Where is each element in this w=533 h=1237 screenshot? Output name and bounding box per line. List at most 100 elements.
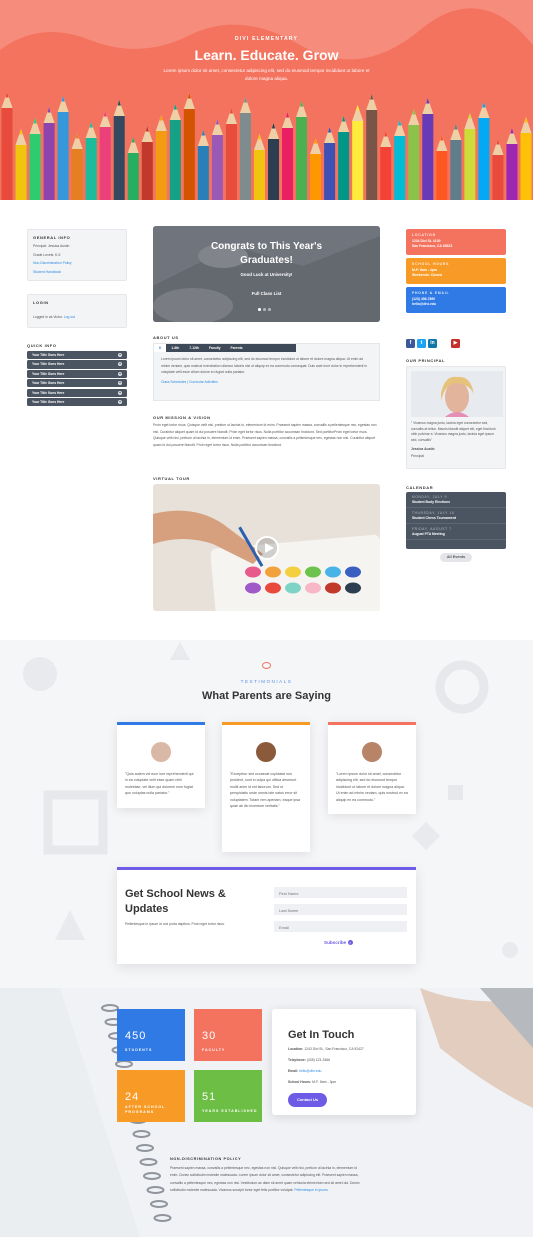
- virtual-tour-video[interactable]: [153, 484, 380, 611]
- email-input[interactable]: Email: [274, 921, 407, 932]
- event-date: MONDAY, JULY 9: [412, 495, 448, 499]
- principal-card: " Vivamus magna justo, lacinia eget cons…: [406, 366, 506, 469]
- contact-title: Get In Touch: [288, 1029, 355, 1041]
- play-icon[interactable]: [255, 536, 279, 560]
- slider-title: Congrats to This Year's Graduates!: [210, 241, 323, 266]
- quick-info-item-label: Your Title Goes Here: [32, 371, 65, 376]
- contact-email: Email: hello@divi.edu: [288, 1069, 322, 1073]
- principal-photo: [411, 371, 503, 417]
- all-events-button[interactable]: All Events: [440, 553, 472, 562]
- testimonial-text: "Lorem ipsum dolor sit amet, consectetur…: [336, 772, 408, 802]
- event-title: August PTA Meeting: [412, 532, 445, 536]
- last-name-input[interactable]: Last Name: [274, 904, 407, 915]
- principal-heading: OUR PRINCIPAL: [406, 358, 446, 363]
- quick-info-item[interactable]: Your Title Goes Here +: [27, 388, 127, 397]
- about-heading: ABOUT US: [153, 335, 179, 340]
- social-links: f t in ▶: [406, 331, 462, 349]
- about-links[interactable]: Class Schedules | Curricular Activities: [154, 376, 379, 386]
- quick-info-item[interactable]: Your Title Goes Here +: [27, 379, 127, 388]
- contact-hours: School Hours: M-F: 8am - 3pm: [288, 1080, 337, 1084]
- stat-label: FACULTY: [202, 1048, 226, 1052]
- linkedin-icon[interactable]: in: [428, 339, 437, 348]
- tab-parents[interactable]: Parents: [225, 344, 248, 352]
- contact-card: Get In Touch Location: 1243 Divi St., Sa…: [272, 1009, 416, 1115]
- testimonials-kicker: TESTIMONIALS: [240, 679, 293, 684]
- tab-k[interactable]: K: [154, 344, 167, 352]
- quick-info-item[interactable]: Your Title Goes Here +: [27, 397, 127, 407]
- testimonial-card: "Lorem ipsum dolor sit amet, consectetur…: [328, 722, 416, 814]
- pencils-illustration: [1, 92, 532, 200]
- stat-label: AFTER SCHOOL PROGRAMS: [125, 1105, 166, 1114]
- policy-heading: NON-DISCRIMINATION POLICY: [170, 1157, 242, 1161]
- info-card-line: Weekends: Closed: [412, 273, 443, 277]
- contact-us-button[interactable]: Contact Us: [288, 1093, 327, 1107]
- about-text: Lorem ipsum dolor sit amet, consectetur …: [161, 357, 367, 374]
- slider-button[interactable]: Full Class List: [153, 291, 380, 296]
- about-tabs: K 1-6th 7-12th Faculty Parents Lorem ipsum d…: [153, 343, 380, 401]
- about-tab-bar: K 1-6th 7-12th Faculty Parents: [154, 344, 296, 352]
- info-card-line: (123) 456-7890: [412, 297, 436, 301]
- facebook-icon[interactable]: f: [406, 339, 415, 348]
- stat-students: 450 STUDENTS: [117, 1009, 185, 1061]
- info-card-line: hello@divi.edu: [412, 302, 437, 306]
- quick-info-item-label: Your Title Goes Here: [32, 390, 65, 395]
- event-title: Student Chess Tournament: [412, 516, 457, 520]
- chat-icon: [262, 662, 271, 669]
- quick-info-item[interactable]: Your Title Goes Here +: [27, 351, 127, 360]
- info-card-label: PHONE & EMAIL: [412, 291, 450, 295]
- tab-faculty[interactable]: Faculty: [204, 344, 226, 352]
- subscribe-button[interactable]: Subscribe ›: [324, 940, 353, 945]
- stat-number: 450: [125, 1030, 147, 1042]
- mission-text: Proin eget tortor risus. Quisque velit n…: [153, 423, 377, 447]
- stat-faculty: 30 FACULTY: [194, 1009, 262, 1061]
- first-name-input[interactable]: First Name: [274, 887, 407, 898]
- plus-icon: +: [118, 370, 122, 376]
- policy-text-link[interactable]: Pellentesque in ipsum.: [294, 1188, 328, 1192]
- notebook-background: [0, 988, 533, 1237]
- event-date: THURSDAY, JULY 16: [412, 511, 455, 515]
- calendar-list: MONDAY, JULY 9 Student Body Elections THUR…: [406, 492, 506, 549]
- login-heading: LOGIN: [33, 300, 49, 305]
- info-card-school-hours: SCHOOL HOURS M-F: 8am - 4pm Weekends: Clos…: [406, 258, 506, 284]
- info-card-phone-email: PHONE & EMAIL (123) 456-7890 hello@divi.ed…: [406, 287, 506, 313]
- youtube-icon[interactable]: ▶: [451, 339, 460, 348]
- plus-icon: +: [118, 380, 122, 386]
- policy-link[interactable]: Non-Discrimination Policy: [33, 260, 121, 267]
- tour-heading: VIRTUAL TOUR: [153, 476, 190, 481]
- hero-section: DIVI ELEMENTARY Learn. Educate. Grow Lor…: [0, 0, 533, 200]
- slider-dot[interactable]: [263, 308, 266, 311]
- stat-number: 24: [125, 1091, 140, 1103]
- tab-7-12th[interactable]: 7-12th: [184, 344, 204, 352]
- info-card-line: M-F: 8am - 4pm: [412, 268, 437, 272]
- quick-info-accordion: Your Title Goes Here + Your Title Goes Her…: [27, 351, 127, 407]
- newsletter-text: Pellentesque in ipsum id orci porta dapi…: [125, 922, 225, 926]
- event-title: Student Body Elections: [412, 500, 451, 504]
- general-info-box: GENERAL INFO Principal: Jessica Austin G…: [27, 229, 127, 281]
- plus-icon: +: [118, 352, 122, 358]
- hero-text: Lorem ipsum dolor sit amet, consectetur …: [163, 68, 370, 81]
- slider-dot[interactable]: [258, 308, 261, 311]
- hero-title: Learn. Educate. Grow: [194, 47, 339, 63]
- quick-info-item[interactable]: Your Title Goes Here +: [27, 360, 127, 369]
- handbook-link[interactable]: Student Handbook: [33, 269, 121, 276]
- info-card-line: 1234 Divi St. #100: [412, 239, 441, 243]
- grade-line: Grade Levels: K-5: [33, 252, 61, 257]
- logout-link[interactable]: Log out: [64, 315, 75, 319]
- slider-dot[interactable]: [268, 308, 271, 311]
- newsletter-card: Get School News & Updates Pellentesque i…: [117, 867, 416, 964]
- slider-dots[interactable]: [258, 308, 271, 311]
- quick-info-item-label: Your Title Goes Here: [32, 353, 65, 358]
- calendar-event[interactable]: FRIDAY, AUGUST 7 August PTA Meeting: [406, 524, 506, 540]
- principal-role: Principal: [411, 453, 425, 458]
- graduates-slider[interactable]: Congrats to This Year's Graduates! Good …: [153, 226, 380, 322]
- calendar-event[interactable]: MONDAY, JULY 9 Student Body Elections: [406, 492, 506, 508]
- testimonial-card: "Excepteur sint occaecat cupidatat non p…: [222, 722, 310, 852]
- tab-1-6th[interactable]: 1-6th: [166, 344, 185, 352]
- quick-info-item[interactable]: Your Title Goes Here +: [27, 369, 127, 378]
- twitter-icon[interactable]: t: [417, 339, 426, 348]
- calendar-event[interactable]: THURSDAY, JULY 16 Student Chess Tournamen…: [406, 508, 506, 524]
- calendar-heading: CALENDAR: [406, 485, 434, 490]
- contact-phone: Telephone: (435) 123-3366: [288, 1058, 330, 1062]
- stat-label: YEARS ESTABLISHED: [202, 1109, 258, 1113]
- info-card-location: LOCATION 1234 Divi St. #100 San Francisco,…: [406, 229, 506, 255]
